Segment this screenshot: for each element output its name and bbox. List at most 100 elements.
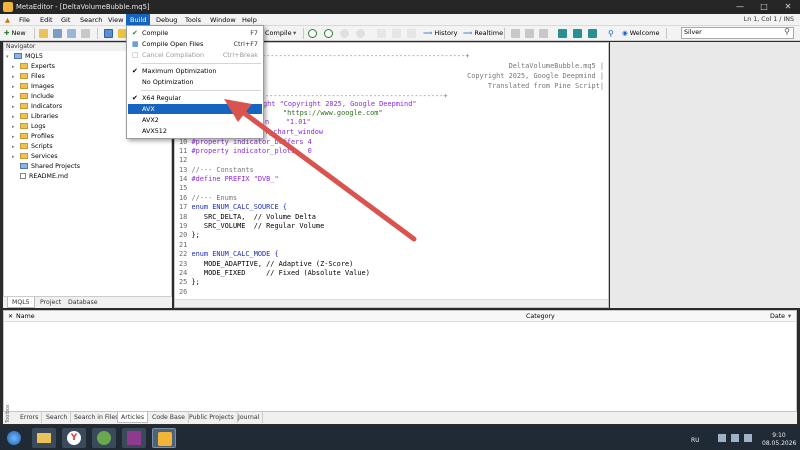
save-all-icon[interactable] bbox=[67, 29, 76, 38]
close-icon[interactable]: ✕ bbox=[776, 0, 800, 14]
app-logo-icon bbox=[97, 431, 111, 445]
check-icon: ✔ bbox=[132, 67, 138, 75]
yandex-browser-button[interactable]: Y bbox=[62, 428, 86, 448]
open-folder-icon[interactable] bbox=[39, 29, 48, 38]
menu-item-avx512[interactable]: AVX512 bbox=[128, 126, 262, 136]
undo-icon[interactable] bbox=[81, 29, 90, 38]
start-debug-icon[interactable] bbox=[308, 29, 317, 38]
menu-git[interactable]: Git bbox=[57, 14, 74, 26]
tab-database[interactable]: Database bbox=[64, 297, 102, 308]
code-line: "https://www.google.com" bbox=[283, 109, 383, 117]
menu-file[interactable]: File bbox=[15, 14, 34, 26]
nav-item-include[interactable]: ▸ Include bbox=[12, 92, 54, 102]
menu-item-no-optimization[interactable]: No Optimization bbox=[128, 77, 262, 87]
tab-project[interactable]: Project bbox=[36, 297, 65, 308]
column-category[interactable]: Category bbox=[526, 311, 555, 322]
tab-search-in-files[interactable]: Search in Files bbox=[71, 412, 123, 423]
bookmark-icon[interactable] bbox=[588, 29, 597, 38]
code-line: 18 SRC_DELTA, // Volume Delta bbox=[179, 213, 316, 221]
minimize-icon[interactable]: — bbox=[728, 0, 752, 14]
compile-dropdown-icon[interactable]: ▾ bbox=[293, 28, 296, 39]
tab-code-base[interactable]: Code Base bbox=[149, 412, 189, 423]
toolbar-separator bbox=[666, 28, 667, 39]
code-line: 20 }; bbox=[179, 231, 200, 239]
search-input[interactable]: Silver ⚲ bbox=[681, 27, 794, 39]
cancel-compilation-icon: □ bbox=[132, 51, 139, 59]
tab-errors[interactable]: Errors bbox=[17, 412, 43, 423]
menu-item-x64-regular[interactable]: ✔ X64 Regular bbox=[128, 93, 262, 103]
search-box-icon[interactable]: ⚲ bbox=[784, 27, 790, 36]
tab-journal[interactable]: Journal bbox=[235, 412, 264, 423]
menu-search[interactable]: Search bbox=[76, 14, 106, 26]
nav-item-libraries[interactable]: ▸ Libraries bbox=[12, 112, 58, 122]
history-button[interactable]: ⟹ History bbox=[423, 28, 458, 39]
save-icon[interactable] bbox=[53, 29, 62, 38]
menu-item-compile-open-files[interactable]: ▦ Compile Open Files Ctrl+F7 bbox=[128, 39, 262, 49]
menu-item-cancel-compilation[interactable]: □ Cancel Compilation Ctrl+Break bbox=[128, 50, 262, 60]
folder-icon bbox=[20, 73, 28, 79]
horizontal-scrollbar[interactable] bbox=[175, 299, 608, 307]
tray-volume-icon[interactable] bbox=[744, 434, 752, 442]
nav-item-services[interactable]: ▸ Services bbox=[12, 152, 58, 162]
nav-item-scripts[interactable]: ▸ Scripts bbox=[12, 142, 53, 152]
tab-mql5[interactable]: MQL5 bbox=[7, 297, 35, 308]
menu-item-maximum-optimization[interactable]: ✔ Maximum Optimization bbox=[128, 66, 262, 76]
app-button[interactable] bbox=[92, 428, 116, 448]
compile-button[interactable]: Compile bbox=[265, 28, 292, 39]
step-into-icon[interactable] bbox=[377, 29, 386, 38]
menu-separator bbox=[141, 63, 261, 64]
tray-network-icon[interactable] bbox=[731, 434, 739, 442]
toolbox-close-icon[interactable]: ✕ bbox=[8, 311, 13, 322]
tab-public-projects[interactable]: Public Projects bbox=[186, 412, 238, 423]
start-button[interactable] bbox=[4, 428, 24, 448]
tab-search[interactable]: Search bbox=[43, 412, 72, 423]
menu-view[interactable]: View bbox=[104, 14, 127, 26]
toolbar-icon-c[interactable] bbox=[539, 29, 548, 38]
pause-icon[interactable] bbox=[340, 29, 349, 38]
nav-item-readme[interactable]: README.md bbox=[12, 172, 68, 182]
title-bar: MetaEditor - [DeltaVolumeBubble.mq5] — □… bbox=[0, 0, 800, 14]
navigator-toggle-icon[interactable] bbox=[104, 29, 113, 38]
tab-articles[interactable]: Articles bbox=[117, 412, 149, 423]
language-indicator[interactable]: RU bbox=[691, 437, 700, 444]
start-history-icon[interactable] bbox=[324, 29, 333, 38]
menu-item-avx[interactable]: AVX bbox=[128, 104, 262, 114]
menu-edit[interactable]: Edit bbox=[36, 14, 57, 26]
toolbar-icon-a[interactable] bbox=[511, 29, 520, 38]
maximize-icon[interactable]: □ bbox=[752, 0, 776, 14]
toolbar: ✚ New Compile ▾ ⟹ History ⟹ Realtime ⚲ ◉… bbox=[0, 26, 800, 41]
column-date[interactable]: Date bbox=[770, 311, 785, 322]
breakpoint-icon[interactable] bbox=[573, 29, 582, 38]
nav-item-experts[interactable]: ▸ Experts bbox=[12, 62, 55, 72]
folder-icon bbox=[20, 93, 28, 99]
nav-root[interactable]: ▾ MQL5 bbox=[6, 52, 43, 62]
toolbar-separator bbox=[97, 28, 98, 39]
nav-item-logs[interactable]: ▸ Logs bbox=[12, 122, 46, 132]
nav-item-indicators[interactable]: ▸ Indicators bbox=[12, 102, 62, 112]
toolbar-icon-b[interactable] bbox=[525, 29, 534, 38]
step-out-icon[interactable] bbox=[407, 29, 416, 38]
tray-flag-icon[interactable] bbox=[718, 434, 726, 442]
toolbox-side-label: Toolbox bbox=[5, 404, 11, 423]
profiler-icon[interactable] bbox=[558, 29, 567, 38]
menu-doc-icon[interactable]: ▲ bbox=[1, 14, 14, 26]
menu-item-avx2[interactable]: AVX2 bbox=[128, 115, 262, 125]
explorer-button[interactable] bbox=[32, 428, 56, 448]
step-over-icon[interactable] bbox=[392, 29, 401, 38]
sort-desc-icon[interactable]: ▾ bbox=[788, 311, 791, 322]
nav-item-files[interactable]: ▸ Files bbox=[12, 72, 45, 82]
column-name[interactable]: Name bbox=[16, 311, 35, 322]
nav-item-shared-projects[interactable]: Shared Projects bbox=[12, 162, 80, 172]
stop-icon[interactable] bbox=[356, 29, 365, 38]
welcome-button[interactable]: ◉ Welcome bbox=[622, 28, 659, 39]
nav-item-images[interactable]: ▸ Images bbox=[12, 82, 54, 92]
menu-separator bbox=[141, 90, 261, 91]
clock[interactable]: 9:10 08.05.2026 bbox=[762, 432, 796, 448]
menu-item-compile[interactable]: ✔ Compile F7 bbox=[128, 28, 262, 38]
realtime-button[interactable]: ⟹ Realtime bbox=[463, 28, 503, 39]
search-icon[interactable]: ⚲ bbox=[608, 28, 614, 39]
nav-item-profiles[interactable]: ▸ Profiles bbox=[12, 132, 54, 142]
metaeditor-taskbar-button[interactable] bbox=[152, 428, 176, 448]
new-button[interactable]: ✚ New bbox=[4, 28, 26, 39]
archiver-button[interactable] bbox=[122, 428, 146, 448]
